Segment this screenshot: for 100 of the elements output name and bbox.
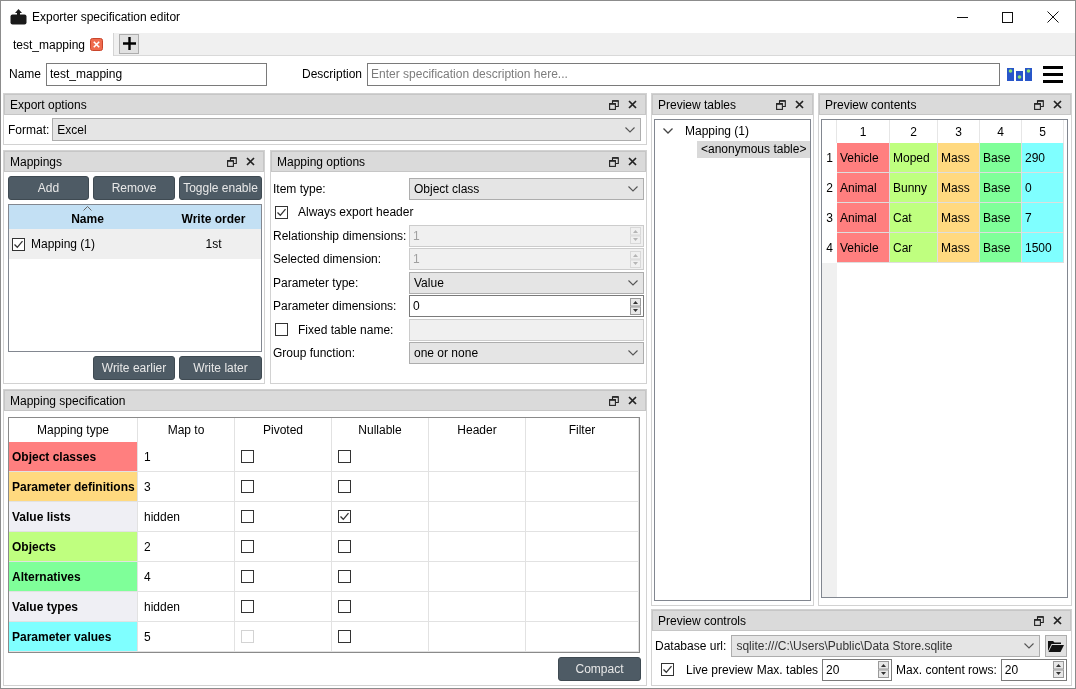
checkbox[interactable]: [12, 237, 25, 251]
checkbox[interactable]: [241, 450, 254, 463]
toolbar-button[interactable]: Toggle enable: [179, 176, 262, 200]
close-icon[interactable]: [628, 396, 637, 405]
checkbox[interactable]: [338, 630, 351, 643]
dock-title: Mappings: [10, 154, 63, 169]
checkbox[interactable]: [241, 600, 254, 613]
table-cell: Mass: [938, 143, 980, 173]
checkbox[interactable]: [338, 570, 351, 583]
checkbox[interactable]: [338, 540, 351, 553]
table-cell[interactable]: hidden: [138, 502, 235, 532]
table-cell[interactable]: 1: [138, 442, 235, 472]
checkbox[interactable]: [241, 570, 254, 583]
field-label: Max. content rows:: [896, 662, 997, 677]
close-icon[interactable]: [1053, 616, 1062, 625]
close-icon[interactable]: [628, 157, 637, 166]
add-tab-button[interactable]: [119, 33, 140, 54]
description-input[interactable]: Enter specification description here...: [367, 62, 1000, 86]
restore-icon[interactable]: [609, 99, 619, 110]
dock-title: Export options: [10, 97, 87, 112]
spin-box[interactable]: 20: [1000, 658, 1067, 681]
table-cell[interactable]: hidden: [138, 592, 235, 622]
blocks-icon[interactable]: [1007, 67, 1032, 81]
tree-item[interactable]: <anonymous table>: [697, 140, 811, 158]
close-icon[interactable]: [628, 100, 637, 109]
chevron-down-icon[interactable]: [663, 128, 673, 134]
checkbox[interactable]: [241, 510, 254, 523]
field-label: Selected dimension:: [273, 252, 382, 267]
checkbox[interactable]: [338, 450, 351, 463]
table-cell: Car: [890, 233, 938, 263]
open-folder-button[interactable]: [1045, 634, 1067, 657]
table-cell: Cat: [890, 203, 938, 233]
checkbox[interactable]: [338, 510, 351, 523]
dock-title: Preview controls: [658, 613, 747, 628]
dropdown[interactable]: Object class: [409, 177, 644, 200]
tree-item[interactable]: Mapping (1): [681, 122, 754, 140]
checkbox[interactable]: [338, 600, 351, 613]
name-input[interactable]: test_mapping: [46, 62, 267, 86]
close-icon[interactable]: [1053, 100, 1062, 109]
close-icon[interactable]: [1046, 11, 1059, 23]
checkbox[interactable]: [241, 480, 254, 493]
dropdown[interactable]: sqlite:///C:\Users\Public\Data Store.sqlite: [731, 634, 1040, 657]
toolbar-button[interactable]: Remove: [93, 176, 175, 200]
mapping-type-cell[interactable]: Object classes: [9, 442, 138, 472]
table-cell[interactable]: 5: [138, 622, 235, 652]
list-row[interactable]: Mapping (1) 1st: [9, 229, 261, 259]
checkbox[interactable]: [661, 663, 674, 676]
order-button[interactable]: Write later: [179, 356, 262, 380]
menu-icon[interactable]: [1043, 65, 1063, 83]
chevron-down-icon: [628, 185, 638, 192]
restore-icon[interactable]: [609, 156, 619, 167]
table-cell: Base: [980, 173, 1022, 203]
table-cell: Mass: [938, 233, 980, 263]
write-order: 1st: [205, 237, 222, 251]
tab[interactable]: test_mapping: [1, 33, 115, 56]
restore-icon[interactable]: [1034, 99, 1044, 110]
spin-arrows-icon[interactable]: [1053, 661, 1064, 678]
table-cell[interactable]: 4: [138, 562, 235, 592]
checkbox-label: Always export header: [298, 205, 414, 220]
tab-label: test_mapping: [13, 37, 86, 52]
field-label: Relationship dimensions:: [273, 228, 407, 243]
toolbar-button[interactable]: Add: [8, 176, 89, 200]
close-icon[interactable]: [246, 157, 255, 166]
dropdown[interactable]: one or none: [409, 342, 644, 365]
box-arrow-icon: [10, 9, 27, 25]
restore-icon[interactable]: [609, 395, 619, 406]
checkbox[interactable]: [338, 480, 351, 493]
dropdown[interactable]: Value: [409, 271, 644, 294]
dock-title: Mapping options: [277, 154, 366, 169]
restore-icon[interactable]: [227, 156, 237, 167]
column-header[interactable]: Write order: [166, 205, 261, 229]
maximize-icon[interactable]: [1002, 11, 1013, 23]
order-button[interactable]: Write earlier: [93, 356, 175, 380]
mapping-type-cell[interactable]: Parameter values: [9, 622, 138, 652]
restore-icon[interactable]: [1034, 615, 1044, 626]
table-cell: Vehicle: [837, 143, 890, 173]
minimize-icon[interactable]: [957, 16, 968, 18]
table-cell[interactable]: 2: [138, 532, 235, 562]
spin-arrows-icon[interactable]: [630, 297, 641, 315]
compact-button[interactable]: Compact: [558, 657, 641, 681]
column-header[interactable]: Name: [9, 205, 166, 229]
spin-box[interactable]: 0: [409, 295, 644, 318]
restore-icon[interactable]: [776, 99, 786, 110]
spin-box[interactable]: 20: [822, 658, 893, 681]
dock-title: Mapping specification: [10, 393, 126, 408]
table-cell: Base: [980, 143, 1022, 173]
chevron-down-icon: [1024, 642, 1034, 649]
chevron-down-icon: [625, 126, 635, 133]
close-icon[interactable]: [795, 100, 804, 109]
spin-arrows-icon[interactable]: [878, 661, 890, 678]
mapping-type-cell[interactable]: Parameter definitions: [9, 472, 138, 502]
dropdown[interactable]: Excel: [52, 118, 641, 141]
mapping-type-cell[interactable]: Objects: [9, 532, 138, 562]
mapping-type-cell[interactable]: Alternatives: [9, 562, 138, 592]
checkbox[interactable]: [241, 540, 254, 553]
checkbox[interactable]: [275, 205, 288, 219]
mapping-type-cell[interactable]: Value lists: [9, 502, 138, 532]
field-label: Parameter dimensions:: [273, 299, 397, 314]
mapping-type-cell[interactable]: Value types: [9, 592, 138, 622]
table-cell[interactable]: 3: [138, 472, 235, 502]
